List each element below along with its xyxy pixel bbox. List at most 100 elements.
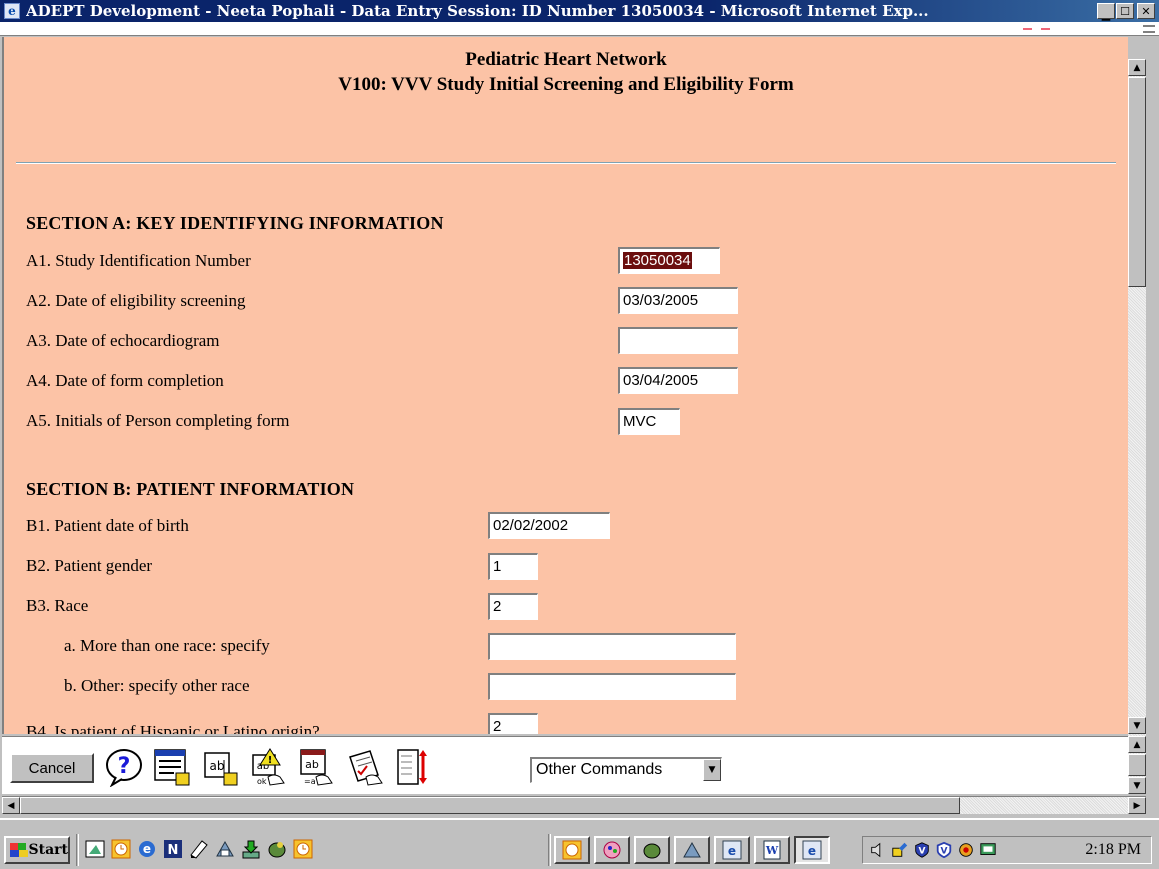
internet-explorer-icon: e	[4, 3, 20, 19]
start-button[interactable]: Start	[4, 836, 70, 864]
monitor-tray-icon[interactable]	[979, 841, 997, 859]
svg-text:=a: =a	[304, 777, 316, 786]
internet-explorer-icon: e	[802, 840, 822, 860]
cancel-button[interactable]: Cancel	[10, 753, 94, 783]
section-a-title: SECTION A: KEY IDENTIFYING INFORMATION	[26, 213, 444, 233]
svg-text:V: V	[941, 847, 948, 857]
taskbar-clock[interactable]: 2:18 PM	[1085, 841, 1141, 859]
horizontal-scrollbar[interactable]: ◀ ▶	[2, 796, 1146, 814]
edit-app-icon[interactable]	[188, 838, 210, 860]
window-title: ADEPT Development - Neeta Pophali - Data…	[26, 2, 929, 20]
task-ie-button[interactable]: e	[714, 836, 750, 864]
scroll-up-button[interactable]: ▲	[1128, 59, 1146, 76]
close-icon: ✕	[1141, 4, 1151, 18]
internet-explorer-icon: e	[722, 840, 742, 860]
clock-app-icon[interactable]	[110, 838, 132, 860]
media-app-icon[interactable]	[266, 838, 288, 860]
command-scroll-up-button[interactable]: ▲	[1128, 736, 1146, 753]
a1-label: A1. Study Identification Number	[26, 251, 251, 270]
svg-text:!: !	[268, 755, 273, 766]
svg-text:e: e	[728, 844, 736, 858]
antivirus-shield-icon[interactable]: V	[913, 841, 931, 859]
download-app-icon[interactable]	[240, 838, 262, 860]
form-header: Pediatric Heart Network V100: VVV Study …	[4, 37, 1128, 97]
security-shield-icon[interactable]: V	[935, 841, 953, 859]
command-bar-scrollbar[interactable]: ▲ ▼	[1128, 736, 1146, 794]
word-document-icon: W	[763, 840, 781, 860]
clock-app-icon	[562, 840, 582, 860]
close-button[interactable]: ✕	[1137, 3, 1155, 19]
network-app-icon[interactable]: N	[162, 838, 184, 860]
internet-explorer-icon[interactable]: e	[136, 838, 158, 860]
more-than-one-race-field[interactable]	[488, 633, 736, 660]
task-media-button[interactable]	[634, 836, 670, 864]
b3a-label: a. More than one race: specify	[64, 636, 270, 655]
explorer-app-icon[interactable]	[214, 838, 236, 860]
form-content-area: Pediatric Heart Network V100: VVV Study …	[2, 37, 1128, 734]
svg-text:W: W	[765, 844, 779, 857]
taskbar: Start e N e W e V V 2:18 PM	[0, 818, 1159, 869]
content-vertical-scrollbar[interactable]: ▲ ▼	[1128, 59, 1146, 736]
a4-label: A4. Date of form completion	[26, 371, 224, 390]
network-tray-icon[interactable]	[891, 841, 909, 859]
arrow-down-icon: ▼	[1133, 720, 1141, 731]
b3b-label: b. Other: specify other race	[64, 676, 250, 695]
record-list-icon[interactable]	[152, 747, 192, 787]
other-commands-select[interactable]: Other Commands ▼	[530, 757, 722, 783]
maximize-button[interactable]: ☐	[1116, 3, 1134, 19]
svg-text:e: e	[808, 844, 816, 858]
svg-text:ok: ok	[257, 777, 267, 786]
b3-label: B3. Race	[26, 596, 89, 615]
toolbar-grip-icon[interactable]	[1143, 25, 1155, 33]
task-active-browser-button[interactable]: e	[794, 836, 830, 864]
scroll-left-button[interactable]: ◀	[2, 797, 20, 814]
edit-field-icon[interactable]: ab	[200, 747, 240, 787]
task-clock-button[interactable]	[554, 836, 590, 864]
command-scroll-down-button[interactable]: ▼	[1128, 777, 1146, 794]
other-race-field[interactable]	[488, 673, 736, 700]
volume-icon[interactable]	[869, 841, 887, 859]
taskbar-separator	[548, 834, 551, 866]
echocardiogram-date-field[interactable]	[618, 327, 738, 354]
scroll-down-button[interactable]: ▼	[1128, 717, 1146, 734]
start-label: Start	[28, 842, 69, 858]
task-explorer-button[interactable]	[674, 836, 710, 864]
hispanic-origin-field[interactable]: 2	[488, 713, 538, 734]
assign-value-icon[interactable]: ab =a	[296, 747, 336, 787]
window-controls: ▁ ☐ ✕	[1097, 3, 1155, 21]
paint-app-icon	[603, 841, 621, 859]
form-length-icon[interactable]	[392, 747, 432, 787]
command-bar: Cancel ? ab ab ! ok ab =a Other Commands…	[2, 736, 1128, 794]
show-desktop-icon[interactable]	[84, 838, 106, 860]
command-scroll-thumb[interactable]	[1128, 754, 1146, 776]
help-icon[interactable]: ?	[104, 747, 144, 787]
study-id-field[interactable]: 13050034	[618, 247, 720, 274]
initials-field[interactable]: MVC	[618, 408, 680, 435]
b2-label: B2. Patient gender	[26, 556, 153, 575]
date-of-birth-field[interactable]: 02/02/2002	[488, 512, 610, 539]
arrow-up-icon: ▲	[1133, 739, 1141, 750]
task-word-button[interactable]: W	[754, 836, 790, 864]
eligibility-date-field[interactable]: 03/03/2005	[618, 287, 738, 314]
sign-form-icon[interactable]	[344, 747, 384, 787]
window-title-bar[interactable]: e ADEPT Development - Neeta Pophali - Da…	[0, 0, 1159, 22]
header-divider	[16, 162, 1116, 164]
gender-field[interactable]: 1	[488, 553, 538, 580]
validate-field-icon[interactable]: ab ! ok	[248, 747, 288, 787]
horizontal-scroll-thumb[interactable]	[20, 797, 960, 814]
minimize-icon: ▁	[1101, 7, 1111, 21]
race-field[interactable]: 2	[488, 593, 538, 620]
form-completion-date-field[interactable]: 03/04/2005	[618, 367, 738, 394]
dropdown-button[interactable]: ▼	[703, 759, 721, 781]
scroll-thumb[interactable]	[1128, 77, 1146, 287]
a2-label: A2. Date of eligibility screening	[26, 291, 246, 310]
task-paint-button[interactable]	[594, 836, 630, 864]
b4-label: B4. Is patient of Hispanic or Latino ori…	[26, 722, 320, 734]
timer-app-icon[interactable]	[292, 838, 314, 860]
arrow-left-icon: ◀	[7, 800, 15, 811]
minimize-button[interactable]: ▁	[1097, 3, 1115, 21]
chevron-down-icon: ▼	[708, 765, 716, 775]
arrow-down-icon: ▼	[1133, 780, 1141, 791]
scroll-right-button[interactable]: ▶	[1128, 797, 1146, 814]
update-tray-icon[interactable]	[957, 841, 975, 859]
